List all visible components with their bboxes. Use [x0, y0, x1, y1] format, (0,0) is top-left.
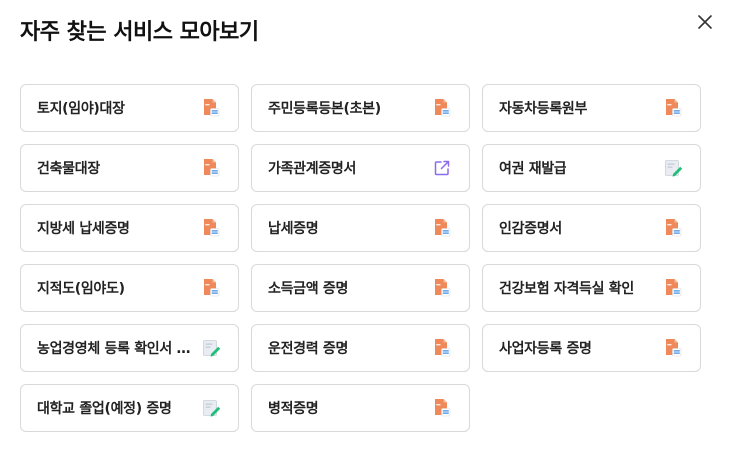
service-label: 자동차등록원부	[499, 101, 588, 117]
pdf-document-icon	[200, 277, 222, 299]
service-card[interactable]: 가족관계증명서	[251, 144, 470, 192]
service-card[interactable]: 운전경력 증명	[251, 324, 470, 372]
external-link-icon	[431, 157, 453, 179]
service-card[interactable]: 건축물대장	[20, 144, 239, 192]
service-label: 운전경력 증명	[268, 341, 349, 357]
service-card[interactable]: 토지(임야)대장	[20, 84, 239, 132]
service-card[interactable]: 지방세 납세증명	[20, 204, 239, 252]
service-label: 가족관계증명서	[268, 161, 357, 177]
modal-title: 자주 찾는 서비스 모아보기	[20, 20, 259, 45]
service-card[interactable]: 사업자등록 증명	[482, 324, 701, 372]
pdf-document-icon	[662, 337, 684, 359]
edit-form-icon	[200, 397, 222, 419]
service-label: 인감증명서	[499, 221, 562, 237]
pdf-document-icon	[200, 97, 222, 119]
service-label: 사업자등록 증명	[499, 341, 592, 357]
close-button[interactable]	[693, 10, 717, 34]
service-card[interactable]: 대학교 졸업(예정) 증명	[20, 384, 239, 432]
pdf-document-icon	[431, 217, 453, 239]
service-card[interactable]: 농업경영체 등록 확인서 …	[20, 324, 239, 372]
edit-form-icon	[200, 337, 222, 359]
service-grid: 토지(임야)대장 주민등록등본(초본) 자동차등록원부건축물대장 가족관계증명서 여권 …	[20, 84, 701, 432]
service-card[interactable]: 지적도(임야도)	[20, 264, 239, 312]
pdf-document-icon	[200, 157, 222, 179]
service-card[interactable]: 병적증명	[251, 384, 470, 432]
service-card[interactable]: 건강보험 자격득실 확인	[482, 264, 701, 312]
pdf-document-icon	[431, 97, 453, 119]
service-label: 여권 재발급	[499, 161, 567, 177]
service-label: 토지(임야)대장	[37, 101, 125, 117]
pdf-document-icon	[431, 397, 453, 419]
service-label: 건강보험 자격득실 확인	[499, 281, 634, 297]
pdf-document-icon	[431, 277, 453, 299]
pdf-document-icon	[662, 217, 684, 239]
service-card[interactable]: 인감증명서	[482, 204, 701, 252]
service-label: 대학교 졸업(예정) 증명	[37, 401, 172, 417]
service-label: 주민등록등본(초본)	[268, 101, 381, 117]
edit-form-icon	[662, 157, 684, 179]
service-label: 소득금액 증명	[268, 281, 349, 297]
service-label: 지적도(임야도)	[37, 281, 125, 297]
service-label: 농업경영체 등록 확인서 …	[37, 341, 191, 357]
pdf-document-icon	[662, 97, 684, 119]
services-modal: 자주 찾는 서비스 모아보기 토지(임야)대장 주민등록등본(초본) 자동차등록원부…	[0, 0, 729, 452]
service-card[interactable]: 납세증명	[251, 204, 470, 252]
service-card[interactable]: 주민등록등본(초본)	[251, 84, 470, 132]
service-card[interactable]: 소득금액 증명	[251, 264, 470, 312]
pdf-document-icon	[662, 277, 684, 299]
service-label: 병적증명	[268, 401, 319, 417]
close-icon	[698, 15, 712, 29]
service-label: 건축물대장	[37, 161, 100, 177]
service-card[interactable]: 여권 재발급	[482, 144, 701, 192]
service-label: 납세증명	[268, 221, 319, 237]
service-label: 지방세 납세증명	[37, 221, 130, 237]
pdf-document-icon	[200, 217, 222, 239]
pdf-document-icon	[431, 337, 453, 359]
service-card[interactable]: 자동차등록원부	[482, 84, 701, 132]
